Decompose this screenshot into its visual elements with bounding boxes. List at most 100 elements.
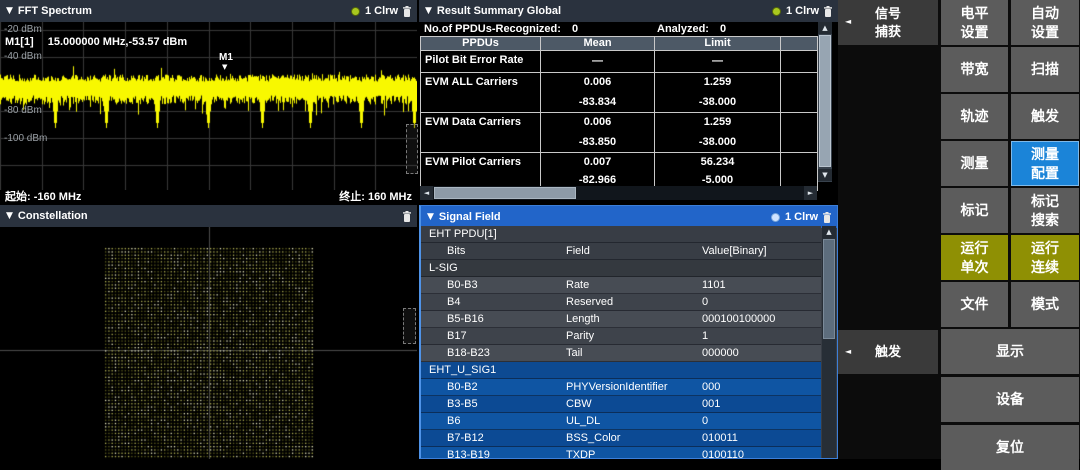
value-cell: 1101 — [702, 279, 821, 291]
btn-bandwidth[interactable]: 带宽 — [941, 47, 1008, 92]
btn-trigger[interactable]: 触发 — [1011, 94, 1079, 139]
result-summary-panel-header[interactable]: ▼ Result Summary Global 1 Clrw — [419, 0, 838, 22]
field-cell: Parity — [566, 330, 702, 342]
table-row: EVM Data Carriers 0.006 -83.850 1.259 -3… — [421, 112, 817, 152]
panel-title: FFT Spectrum — [18, 5, 92, 17]
trace-mode-label: 1 Clrw — [786, 5, 819, 17]
column-header: PPDUs — [421, 37, 541, 50]
scroll-right-icon[interactable]: ► — [804, 186, 817, 200]
value-cell: 001 — [702, 398, 821, 410]
scroll-up-icon[interactable]: ▲ — [818, 22, 832, 34]
collapse-triangle-icon: ▼ — [6, 211, 13, 221]
softkey-signal-capture[interactable]: ◄ 信号 捕获 — [838, 0, 938, 45]
marker-m1-label[interactable]: M1 — [219, 52, 233, 63]
table-row[interactable]: B17 Parity 1 — [421, 328, 821, 345]
table-row[interactable]: B0-B2 PHYVersionIdentifier 000 — [421, 379, 821, 396]
btn-device[interactable]: 设备 — [941, 377, 1079, 422]
btn-file[interactable]: 文件 — [941, 282, 1008, 327]
table-row[interactable]: B3-B5 CBW 001 — [421, 396, 821, 413]
limit-values: 56.234 -5.000 — [655, 153, 781, 190]
fft-panel-header[interactable]: ▼ FFT Spectrum 1 Clrw — [0, 0, 417, 22]
btn-display[interactable]: 显示 — [941, 329, 1079, 374]
scroll-up-icon[interactable]: ▲ — [822, 226, 836, 238]
value-cell: 0 — [702, 415, 821, 427]
collapse-triangle-icon: ▼ — [6, 6, 13, 16]
field-cell: BSS_Color — [566, 432, 702, 444]
scrollbar-thumb[interactable] — [823, 239, 835, 339]
btn-meas-config[interactable]: 测量 配置 — [1011, 141, 1079, 186]
table-row[interactable]: B7-B12 BSS_Color 010011 — [421, 430, 821, 447]
trash-icon[interactable] — [824, 6, 832, 17]
scrollbar-thumb[interactable] — [434, 187, 576, 199]
btn-run-single[interactable]: 运行 单次 — [941, 235, 1008, 280]
field-cell: TXDP — [566, 449, 702, 459]
collapse-triangle-icon: ▼ — [427, 212, 434, 222]
table-row: EVM Pilot Carriers 0.007 -82.966 56.234 … — [421, 152, 817, 190]
softkey-trigger[interactable]: ◄ 触发 — [838, 330, 938, 374]
field-cell: Tail — [566, 347, 702, 359]
bits-cell: B6 — [447, 415, 566, 427]
table-row[interactable]: B4 Reserved 0 — [421, 294, 821, 311]
section-row-lsig[interactable]: L-SIG — [421, 260, 821, 277]
column-header: Limit — [655, 37, 781, 50]
btn-auto-settings[interactable]: 自动 设置 — [1011, 0, 1079, 45]
result-summary-table: PPDUs Mean Limit Pilot Bit Error Rate — … — [420, 36, 818, 191]
column-header-empty — [781, 37, 817, 50]
trash-icon[interactable] — [823, 212, 831, 223]
btn-preset[interactable]: 复位 — [941, 425, 1079, 470]
trace-active-dot-icon — [351, 7, 360, 16]
scrollbar-thumb[interactable] — [819, 35, 831, 167]
panel-resize-handle[interactable] — [406, 124, 418, 174]
trace-active-dot-icon — [771, 213, 780, 222]
bits-cell: B4 — [447, 296, 566, 308]
table-row[interactable]: B18-B23 Tail 000000 — [421, 345, 821, 362]
btn-run-continuous[interactable]: 运行 连续 — [1011, 235, 1079, 280]
btn-trace[interactable]: 轨迹 — [941, 94, 1008, 139]
btn-level-settings[interactable]: 电平 设置 — [941, 0, 1008, 45]
row-empty-cell — [781, 73, 817, 112]
constellation-panel-header[interactable]: ▼ Constellation — [0, 205, 417, 227]
trash-icon[interactable] — [403, 6, 411, 17]
x-axis-footer: 起始: -160 MHz 终止: 160 MHz — [0, 188, 417, 203]
field-cell: CBW — [566, 398, 702, 410]
mean-value: 0.007 — [541, 156, 654, 168]
limit-values: 1.259 -38.000 — [655, 73, 781, 112]
section-row-eht-u-sig1[interactable]: EHT_U_SIG1 — [421, 362, 821, 379]
recognized-label: No.of PPDUs-Recognized: — [424, 23, 561, 35]
btn-sweep[interactable]: 扫描 — [1011, 47, 1079, 92]
table-header-row: PPDUs Mean Limit — [421, 37, 817, 50]
bits-cell: B5-B16 — [447, 313, 566, 325]
vertical-scrollbar[interactable]: ▲ ▼ — [818, 22, 832, 182]
y-axis-label: -100 dBm — [4, 133, 47, 144]
marker-m1-icon[interactable]: ▼ — [222, 63, 227, 71]
ppdu-header-row[interactable]: EHT PPDU[1] — [421, 226, 821, 243]
trash-icon[interactable] — [403, 211, 411, 222]
scroll-left-icon[interactable]: ◄ — [420, 186, 433, 200]
panel-resize-handle[interactable] — [403, 308, 416, 344]
x-stop-label: 终止: 160 MHz — [339, 188, 412, 204]
table-row[interactable]: B5-B16 Length 000100100000 — [421, 311, 821, 328]
table-row[interactable]: B13-B19 TXDP 0100110 — [421, 447, 821, 459]
limit-value: — — [655, 51, 781, 72]
table-row[interactable]: B0-B3 Rate 1101 — [421, 277, 821, 294]
trace-mode-label: 1 Clrw — [785, 211, 818, 223]
btn-mode[interactable]: 模式 — [1011, 282, 1079, 327]
value-cell: 000 — [702, 381, 821, 393]
table-row[interactable]: B6 UL_DL 0 — [421, 413, 821, 430]
column-header: Bits — [447, 245, 566, 257]
horizontal-scrollbar[interactable]: ◄ ► — [420, 186, 817, 200]
btn-marker-search[interactable]: 标记 搜索 — [1011, 188, 1079, 233]
scroll-down-icon[interactable]: ▼ — [818, 169, 832, 181]
vertical-scrollbar[interactable]: ▲ — [822, 226, 836, 458]
signal-field-panel-header[interactable]: ▼ Signal Field 1 Clrw — [421, 206, 837, 228]
btn-marker[interactable]: 标记 — [941, 188, 1008, 233]
trace-mode-label: 1 Clrw — [365, 5, 398, 17]
table-row: EVM ALL Carriers 0.006 -83.834 1.259 -38… — [421, 72, 817, 112]
value-cell: 0100110 — [702, 449, 821, 459]
btn-measure[interactable]: 测量 — [941, 141, 1008, 186]
trace-active-dot-icon — [772, 7, 781, 16]
table-header-row: Bits Field Value[Binary] — [421, 243, 821, 260]
limit-value: 56.234 — [655, 156, 780, 168]
panel-title: Constellation — [18, 210, 88, 222]
marker-readout: M1[1]15.000000 MHz,-53.57 dBm — [5, 36, 187, 48]
